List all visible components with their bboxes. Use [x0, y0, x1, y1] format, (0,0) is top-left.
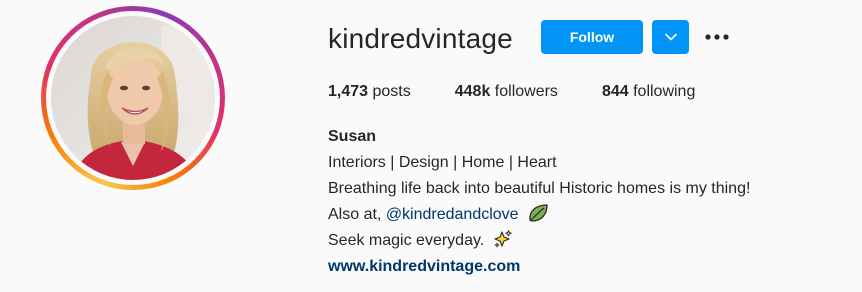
sparkles-emoji-icon — [494, 230, 512, 248]
profile-header: kindredvintage Follow 1,473 posts 448k f… — [0, 0, 862, 292]
bio-line-3-prefix: Also at, — [328, 206, 386, 223]
profile-bio: Susan Interiors | Design | Home | Heart … — [328, 124, 750, 280]
avatar[interactable] — [51, 16, 215, 180]
followers-count: 448k — [454, 83, 491, 100]
followers-stat[interactable]: 448k followers — [455, 80, 558, 104]
bio-mention-link[interactable]: @kindredandclove — [386, 206, 519, 223]
more-options-button[interactable] — [700, 24, 734, 50]
bio-full-name: Susan — [328, 128, 377, 145]
profile-username: kindredvintage — [328, 23, 513, 54]
avatar-ring-gap — [46, 11, 220, 185]
more-options-icon — [705, 34, 729, 40]
bio-line-2: Breathing life back into beautiful Histo… — [328, 180, 751, 197]
bio-line-4: Seek magic everyday. — [328, 228, 750, 254]
follow-button[interactable]: Follow — [541, 20, 643, 54]
bio-line-4-text: Seek magic everyday. — [328, 232, 485, 249]
profile-stats: 1,473 posts 448k followers 844 following — [328, 80, 739, 104]
posts-stat: 1,473 posts — [328, 80, 411, 104]
bio-line-3: Also at, @kindredandclove — [328, 202, 750, 228]
following-count: 844 — [601, 83, 629, 100]
posts-label: posts — [372, 83, 411, 100]
following-label: following — [633, 83, 696, 100]
leaf-emoji-icon — [529, 204, 548, 222]
bio-website-link[interactable]: www.kindredvintage.com — [328, 254, 750, 280]
bio-line-1: Interiors | Design | Home | Heart — [328, 154, 557, 171]
posts-count: 1,473 — [328, 83, 369, 100]
avatar-photo — [51, 16, 215, 180]
following-stat[interactable]: 844 following — [602, 80, 695, 104]
story-ring[interactable] — [41, 6, 225, 190]
suggested-accounts-dropdown-button[interactable] — [652, 20, 689, 54]
followers-label: followers — [494, 83, 558, 100]
chevron-down-icon — [664, 33, 677, 41]
